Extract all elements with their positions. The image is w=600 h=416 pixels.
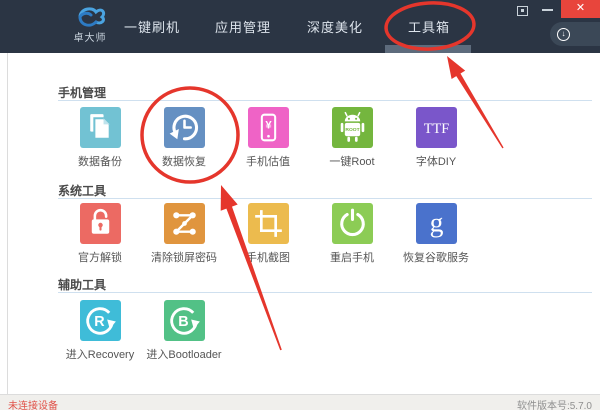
section-divider: [58, 100, 592, 101]
app-title: 卓大师: [73, 33, 107, 44]
svg-text:B: B: [178, 314, 188, 330]
active-tab-indicator: [385, 45, 471, 53]
tool-label: 手机估值: [246, 156, 290, 168]
restore-window-button[interactable]: [517, 6, 528, 16]
version-text: 软件版本号:5.7.0: [516, 401, 592, 412]
tool-data-backup[interactable]: 数据备份: [55, 107, 145, 169]
nav-tab-deep-beautify[interactable]: 深度美化: [307, 17, 363, 36]
tool-phone-screenshot[interactable]: 手机截图: [223, 203, 313, 265]
device-status-text: 未连接设备: [8, 401, 58, 412]
bootloader-loop-icon: B: [163, 300, 205, 341]
svg-text:TTF: TTF: [423, 121, 449, 137]
title-bar: 卓大师 一键刷机 应用管理 深度美化 工具箱 ✕ ↓: [0, 0, 600, 53]
tool-label: 进入Bootloader: [146, 349, 222, 361]
close-button[interactable]: ✕: [561, 0, 600, 18]
section-title-system-tools: 系统工具: [58, 184, 107, 198]
tool-label: 重启手机: [330, 252, 374, 264]
android-root-icon: ROOT: [331, 107, 373, 148]
documents-backup-icon: [79, 107, 121, 148]
pattern-lock-icon: [163, 203, 205, 244]
power-icon: [331, 203, 373, 244]
tool-phone-valuation[interactable]: ¥ 手机估值: [223, 107, 313, 169]
section-divider: [58, 198, 592, 199]
crop-screenshot-icon: [247, 203, 289, 244]
section-title-auxiliary-tools: 辅助工具: [58, 278, 107, 292]
status-bar: 未连接设备 软件版本号:5.7.0: [0, 394, 600, 412]
nav-tab-toolbox[interactable]: 工具箱: [408, 17, 450, 36]
tool-data-recovery[interactable]: 数据恢复: [139, 107, 229, 169]
unlock-padlock-icon: [79, 203, 121, 244]
tool-official-unlock[interactable]: 官方解锁: [55, 203, 145, 265]
update-button[interactable]: ↓: [550, 22, 600, 46]
tool-clear-lockscreen-password[interactable]: 清除锁屏密码: [139, 203, 229, 265]
tool-label: 手机截图: [246, 252, 290, 264]
tool-label: 数据备份: [78, 156, 122, 168]
tool-enter-bootloader[interactable]: B 进入Bootloader: [139, 300, 229, 362]
logo-swirl-icon: [78, 7, 106, 27]
content-left-border: [7, 53, 8, 394]
recovery-loop-icon: R: [79, 300, 121, 341]
svg-text:ROOT: ROOT: [345, 127, 359, 133]
tool-label: 清除锁屏密码: [151, 252, 217, 264]
tool-font-diy[interactable]: TTF 字体DIY: [391, 107, 481, 169]
nav-tab-one-key-flash[interactable]: 一键刷机: [124, 17, 180, 36]
tool-restore-google-services[interactable]: g 恢复谷歌服务: [391, 203, 481, 265]
download-icon: ↓: [557, 27, 570, 41]
tool-label: 恢复谷歌服务: [403, 252, 469, 264]
app-logo: 卓大师: [58, 3, 122, 44]
ttf-font-icon: TTF: [415, 107, 457, 148]
phone-price-icon: ¥: [247, 107, 289, 148]
tool-restart-phone[interactable]: 重启手机: [307, 203, 397, 265]
tool-label: 官方解锁: [78, 252, 122, 264]
minimize-button[interactable]: [542, 9, 553, 11]
tool-one-key-root[interactable]: ROOT 一键Root: [307, 107, 397, 169]
tool-enter-recovery[interactable]: R 进入Recovery: [55, 300, 145, 362]
tool-label: 字体DIY: [415, 156, 457, 168]
tool-label: 进入Recovery: [65, 349, 135, 361]
google-icon: g: [415, 203, 457, 244]
time-machine-restore-icon: [163, 107, 205, 148]
section-divider: [58, 292, 592, 293]
svg-text:g: g: [429, 207, 443, 238]
section-title-phone-management: 手机管理: [58, 86, 107, 100]
tool-label: 数据恢复: [162, 156, 206, 168]
svg-text:¥: ¥: [265, 120, 272, 132]
tool-label: 一键Root: [329, 156, 375, 168]
nav-tab-app-management[interactable]: 应用管理: [215, 17, 271, 36]
app-window: 卓大师 一键刷机 应用管理 深度美化 工具箱 ✕ ↓ 手机管理 数据备份 数据恢…: [0, 0, 600, 416]
svg-text:R: R: [94, 314, 105, 330]
